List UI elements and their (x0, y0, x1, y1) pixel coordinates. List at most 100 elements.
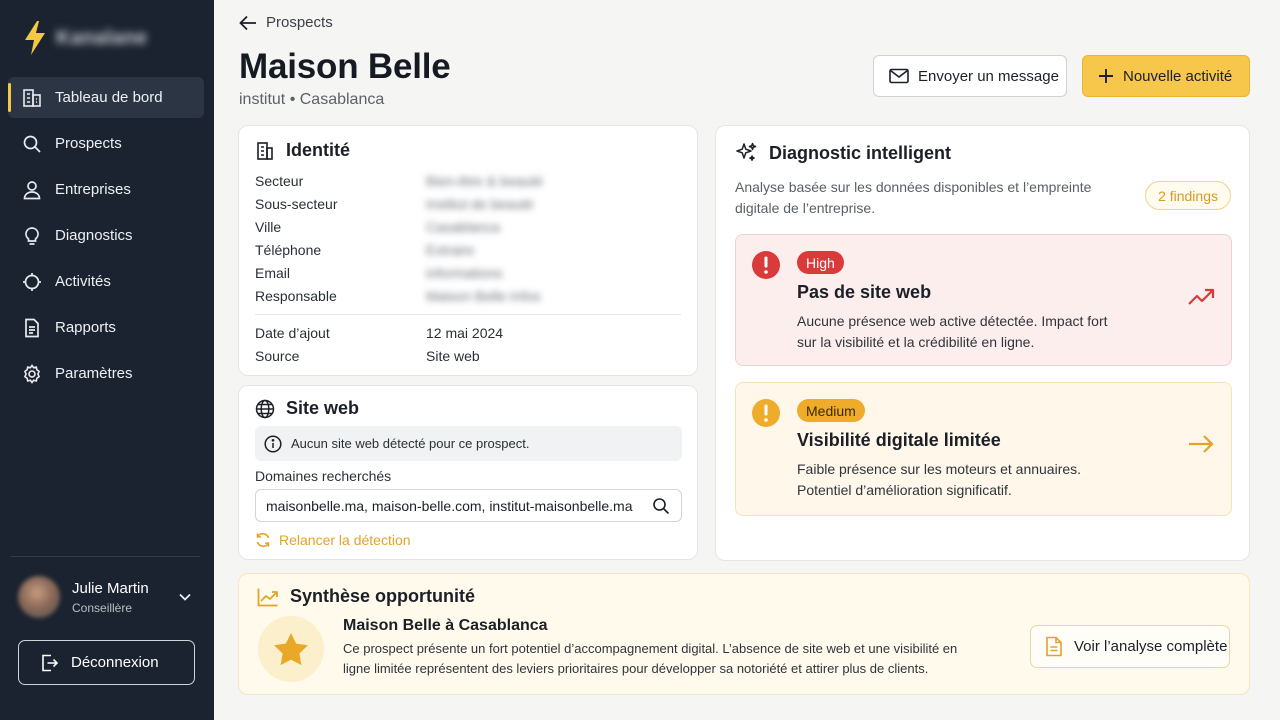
field-value-source: Site web (426, 348, 480, 364)
sidebar-item-prospects[interactable]: Prospects (8, 123, 204, 164)
field-label-telephone: Téléphone (255, 242, 322, 258)
finding-title: Visibilité digitale limitée (797, 430, 1001, 450)
findings-count-badge: 2 findings (1145, 181, 1231, 210)
synthesis-title: Synthèse opportunité (290, 586, 476, 606)
severity-badge-high: High (797, 251, 844, 274)
diagnostic-header: Diagnostic intelligent (734, 141, 951, 165)
trending-up-icon (1188, 288, 1215, 305)
sidebar-item-label: Tableau de bord (55, 89, 163, 106)
severity-badge-medium: Medium (797, 399, 865, 422)
synthesis-text: Ce prospect présente un fort potentiel d… (343, 641, 958, 676)
globe-icon (255, 399, 275, 418)
sidebar-item-rapports[interactable]: Rapports (8, 307, 204, 348)
identity-title: Identité (286, 140, 351, 160)
building-icon (257, 141, 273, 160)
sidebar-item-parametres[interactable]: Paramètres (8, 353, 204, 394)
field-value-date: 12 mai 2024 (426, 325, 504, 341)
back-label: Prospects (266, 14, 333, 31)
field-label-secteur: Secteur (255, 173, 304, 189)
arrow-left-icon (239, 15, 256, 30)
field-label-responsable: Responsable (255, 288, 337, 304)
website-card: Site web Aucun site web détecté pour ce … (238, 385, 698, 560)
identity-card: Identité Secteur Bien-être & beauté Sous… (238, 125, 698, 376)
send-message-button[interactable]: Envoyer un message (873, 55, 1067, 97)
user-role: Conseillère (72, 600, 133, 615)
diagnostic-title: Diagnostic intelligent (769, 142, 952, 163)
send-message-label: Envoyer un message (918, 67, 1059, 85)
sidebar-item-activites[interactable]: Activités (8, 261, 204, 302)
back-link[interactable]: Prospects (239, 14, 333, 31)
no-website-alert: Aucun site web détecté pour ce prospect. (255, 426, 682, 461)
user-profile[interactable]: Julie Martin Conseillère (18, 573, 198, 621)
field-label-ville: Ville (255, 219, 282, 235)
sidebar-item-diagnostics[interactable]: Diagnostics (8, 215, 204, 256)
new-activity-button[interactable]: Nouvelle activité (1082, 55, 1250, 97)
brand-name: Kanalane (56, 26, 148, 49)
report-icon (25, 318, 39, 337)
domains-value: maisonbelle.ma, maison-belle.com, instit… (266, 497, 633, 514)
sidebar-item-label: Paramètres (55, 365, 133, 382)
redetect-link[interactable]: Relancer la détection (255, 532, 411, 548)
refresh-icon (256, 532, 270, 548)
building-icon (23, 88, 41, 107)
user-name: Julie Martin (72, 579, 149, 597)
search-icon[interactable] (652, 497, 670, 515)
sidebar-item-label: Diagnostics (55, 227, 133, 244)
synthesis-heading: Maison Belle à Casablanca (343, 617, 548, 634)
brand-logo[interactable]: Kanalane (22, 20, 147, 56)
domains-label: Domaines recherchés (255, 468, 392, 484)
field-value-sous-secteur: Institut de beauté (426, 196, 534, 212)
mail-icon (889, 68, 909, 84)
redetect-label: Relancer la détection (279, 532, 411, 548)
no-website-text: Aucun site web détecté pour ce prospect. (291, 436, 530, 451)
website-header: Site web (255, 398, 359, 419)
website-title: Site web (286, 398, 360, 418)
star-badge (258, 616, 324, 682)
logout-button[interactable]: Déconnexion (18, 640, 195, 685)
field-label-date: Date d’ajout (255, 325, 330, 341)
finding-card-high[interactable]: High Pas de site web Aucune présence web… (735, 234, 1232, 366)
arrow-right-icon (1189, 435, 1214, 453)
field-value-responsable: Maison Belle Infos (426, 288, 541, 304)
field-label-source: Source (255, 348, 300, 364)
search-icon (23, 135, 41, 153)
page-title: Maison Belle (239, 47, 451, 86)
finding-card-medium[interactable]: Medium Visibilité digitale limitée Faibl… (735, 382, 1232, 516)
field-value-email: informations (426, 265, 503, 281)
document-icon (1046, 636, 1062, 657)
gear-icon (23, 363, 41, 384)
sidebar-item-dashboard[interactable]: Tableau de bord (8, 77, 204, 118)
finding-title: Pas de site web (797, 282, 932, 302)
view-analysis-button[interactable]: Voir l’analyse complète (1030, 625, 1230, 668)
sidebar-item-entreprises[interactable]: Entreprises (8, 169, 204, 210)
finding-description: Aucune présence web active détectée. Imp… (797, 313, 1108, 350)
activity-icon (23, 272, 41, 291)
logout-icon (42, 654, 59, 671)
star-icon (274, 633, 308, 666)
diagnostic-description: Analyse basée sur les données disponible… (735, 179, 1092, 216)
view-analysis-label: Voir l’analyse complète (1074, 638, 1228, 655)
identity-header: Identité (255, 140, 350, 161)
domains-input[interactable]: maisonbelle.ma, maison-belle.com, instit… (255, 489, 682, 522)
field-label-email: Email (255, 265, 291, 281)
field-value-secteur: Bien-être & beauté (426, 173, 543, 189)
sidebar-nav: Tableau de bord Prospects Entreprises Di… (8, 77, 204, 399)
sidebar: Kanalane Tableau de bord Prospects Entre… (0, 0, 214, 720)
sidebar-divider (10, 556, 200, 557)
sidebar-item-label: Prospects (55, 135, 122, 152)
lightning-logo-icon (25, 21, 45, 55)
avatar (18, 576, 60, 618)
identity-divider (255, 314, 681, 315)
field-value-telephone: Extraire (426, 242, 475, 258)
logout-label: Déconnexion (71, 654, 159, 671)
field-label-sous-secteur: Sous-secteur (255, 196, 338, 212)
sidebar-item-label: Rapports (55, 319, 116, 336)
alert-high-icon (752, 251, 780, 279)
sidebar-item-label: Activités (55, 273, 111, 290)
synthesis-card: Synthèse opportunité Maison Belle à Casa… (238, 573, 1250, 695)
lightbulb-icon (25, 226, 39, 245)
chevron-down-icon[interactable] (178, 590, 192, 604)
sparkles-icon (736, 142, 757, 161)
user-icon (23, 180, 41, 199)
page-subtitle: institut • Casablanca (239, 91, 385, 108)
